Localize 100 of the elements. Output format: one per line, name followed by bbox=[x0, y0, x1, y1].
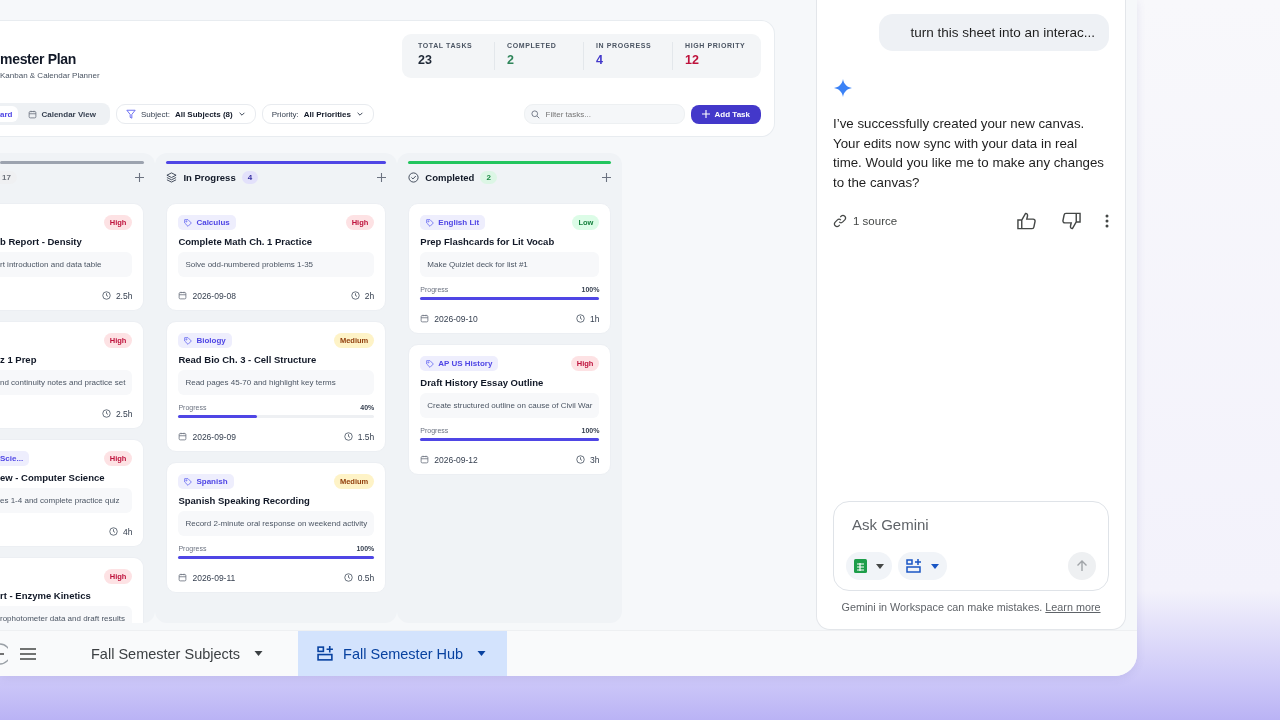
task-description: rophotometer data and draft results bbox=[0, 606, 133, 623]
time-estimate: 1.5h bbox=[357, 431, 375, 442]
calendar-icon bbox=[420, 314, 430, 323]
task-title: z 1 Prep bbox=[0, 354, 38, 365]
count-badge: 2 bbox=[480, 170, 497, 184]
stat-value: 12 bbox=[685, 53, 699, 67]
assistant-reply: I’ve successfully created your new canvas. Your edits now sync with your data in real time. Would you like me to make any changes to the canvas? bbox=[832, 115, 1105, 192]
layers-icon bbox=[166, 171, 178, 183]
caret-icon bbox=[477, 651, 487, 656]
filter-icon bbox=[126, 109, 136, 119]
search-icon bbox=[530, 110, 540, 119]
filter-dropdown[interactable]: Priority: All Priorities bbox=[261, 104, 374, 124]
subject-tag: Biology bbox=[178, 333, 232, 348]
page-title: mester Plan bbox=[0, 51, 78, 67]
view-tab[interactable]: ard bbox=[0, 106, 19, 122]
tag-icon bbox=[426, 218, 435, 227]
due-date: 2026-09-12 bbox=[434, 454, 478, 465]
sparkle-icon bbox=[834, 79, 852, 97]
task-title: b Report - Density bbox=[0, 236, 83, 247]
caret-icon bbox=[931, 563, 939, 569]
caret-icon bbox=[254, 651, 264, 656]
time-estimate: 3h bbox=[589, 454, 600, 465]
spreadsheet-icon bbox=[854, 559, 867, 573]
task-description: es 1-4 and complete practice quiz bbox=[0, 488, 133, 513]
caret-icon bbox=[876, 563, 884, 569]
task-description: nd continuity notes and practice set bbox=[0, 370, 133, 395]
plus-icon[interactable] bbox=[135, 172, 145, 182]
task-description: Record 2-minute oral response on weekend activity bbox=[178, 511, 375, 536]
clock-icon bbox=[575, 455, 585, 464]
task-title: Draft History Essay Outline bbox=[420, 377, 545, 388]
task-title: Complete Math Ch. 1 Practice bbox=[178, 236, 313, 247]
add-sheet-icon[interactable] bbox=[0, 642, 8, 665]
subject-tag: Spanish bbox=[178, 474, 234, 489]
view-tab[interactable]: Calendar View bbox=[22, 106, 102, 122]
plus-icon bbox=[701, 110, 710, 118]
subject-tag: English Lit bbox=[420, 215, 486, 230]
stat-value: 2 bbox=[507, 53, 514, 67]
arrow-up-icon bbox=[1076, 560, 1088, 572]
tag-icon bbox=[426, 359, 435, 368]
clock-icon bbox=[108, 527, 118, 536]
sheet-tab[interactable]: Fall Semester Subjects bbox=[72, 630, 285, 676]
plus-icon[interactable] bbox=[377, 172, 387, 182]
time-estimate: 2.5h bbox=[115, 408, 133, 419]
subject-tag: Calculus bbox=[178, 215, 236, 230]
tag-icon bbox=[184, 477, 193, 486]
user-message-bubble: turn this sheet into an interac... bbox=[879, 14, 1109, 51]
clock-icon bbox=[101, 409, 111, 418]
task-description: Create structured outline on cause of Civil War bbox=[420, 393, 600, 418]
due-date: 2026-09-11 bbox=[192, 572, 236, 583]
filter-dropdown[interactable]: Subject: All Subjects (8) bbox=[116, 104, 256, 124]
clock-icon bbox=[101, 291, 111, 300]
thumbs-up-icon[interactable] bbox=[1017, 212, 1036, 230]
chevron-down-icon bbox=[355, 110, 364, 118]
column-title: Completed bbox=[425, 171, 475, 183]
sources-link[interactable]: 1 source bbox=[853, 215, 898, 227]
tag-icon bbox=[184, 218, 193, 227]
task-title: rt - Enzyme Kinetics bbox=[0, 590, 92, 601]
thumbs-down-icon[interactable] bbox=[1062, 212, 1081, 230]
canvas-chip[interactable] bbox=[898, 552, 947, 580]
task-title: Spanish Speaking Recording bbox=[178, 495, 311, 506]
sheets-chip[interactable] bbox=[846, 552, 892, 580]
calendar-icon bbox=[178, 432, 188, 441]
task-title: Read Bio Ch. 3 - Cell Structure bbox=[178, 354, 318, 365]
due-date: 2026-09-08 bbox=[192, 290, 236, 301]
learn-more-link[interactable]: Learn more bbox=[1045, 601, 1101, 613]
search-field[interactable]: Filter tasks... bbox=[523, 104, 685, 124]
canvas-icon bbox=[317, 646, 335, 661]
tag-icon bbox=[184, 336, 193, 345]
more-options-icon[interactable] bbox=[1105, 214, 1109, 228]
task-title: ew - Computer Science bbox=[0, 472, 106, 483]
time-estimate: 2h bbox=[364, 290, 375, 301]
column-title: In Progress bbox=[183, 171, 236, 183]
time-estimate: 1h bbox=[589, 313, 600, 324]
due-date: 2026-09-10 bbox=[434, 313, 478, 324]
count-badge: 17 bbox=[0, 170, 17, 184]
stat-value: 23 bbox=[418, 53, 432, 67]
subject-tag: AP US History bbox=[420, 356, 499, 371]
plus-icon[interactable] bbox=[602, 172, 612, 182]
menu-icon[interactable] bbox=[20, 647, 36, 660]
canvas-icon bbox=[906, 559, 922, 573]
task-description: Make Quizlet deck for list #1 bbox=[420, 252, 600, 277]
task-description: Read pages 45-70 and highlight key terms bbox=[178, 370, 375, 395]
count-badge: 4 bbox=[241, 170, 259, 184]
clock-icon bbox=[350, 291, 360, 300]
due-date: 2026-09-09 bbox=[192, 431, 236, 442]
link-icon bbox=[833, 214, 847, 228]
sheet-tab[interactable]: Fall Semester Hub bbox=[298, 630, 508, 676]
add-task-button[interactable]: Add Task bbox=[690, 104, 761, 124]
subject-tag: Scie... bbox=[0, 451, 30, 466]
task-title: Prep Flashcards for Lit Vocab bbox=[420, 236, 556, 247]
task-description: Solve odd-numbered problems 1-35 bbox=[178, 252, 375, 277]
task-description: rt introduction and data table bbox=[0, 252, 133, 277]
clock-icon bbox=[575, 314, 585, 323]
time-estimate: 2.5h bbox=[115, 290, 133, 301]
calendar-icon bbox=[420, 455, 430, 464]
disclaimer-text: Gemini in Workspace can make mistakes. Learn more bbox=[840, 601, 1102, 613]
time-estimate: 0.5h bbox=[357, 572, 375, 583]
clock-icon bbox=[343, 432, 353, 441]
clock-icon bbox=[343, 573, 353, 582]
page-subtitle: Kanban & Calendar Planner bbox=[0, 71, 100, 80]
